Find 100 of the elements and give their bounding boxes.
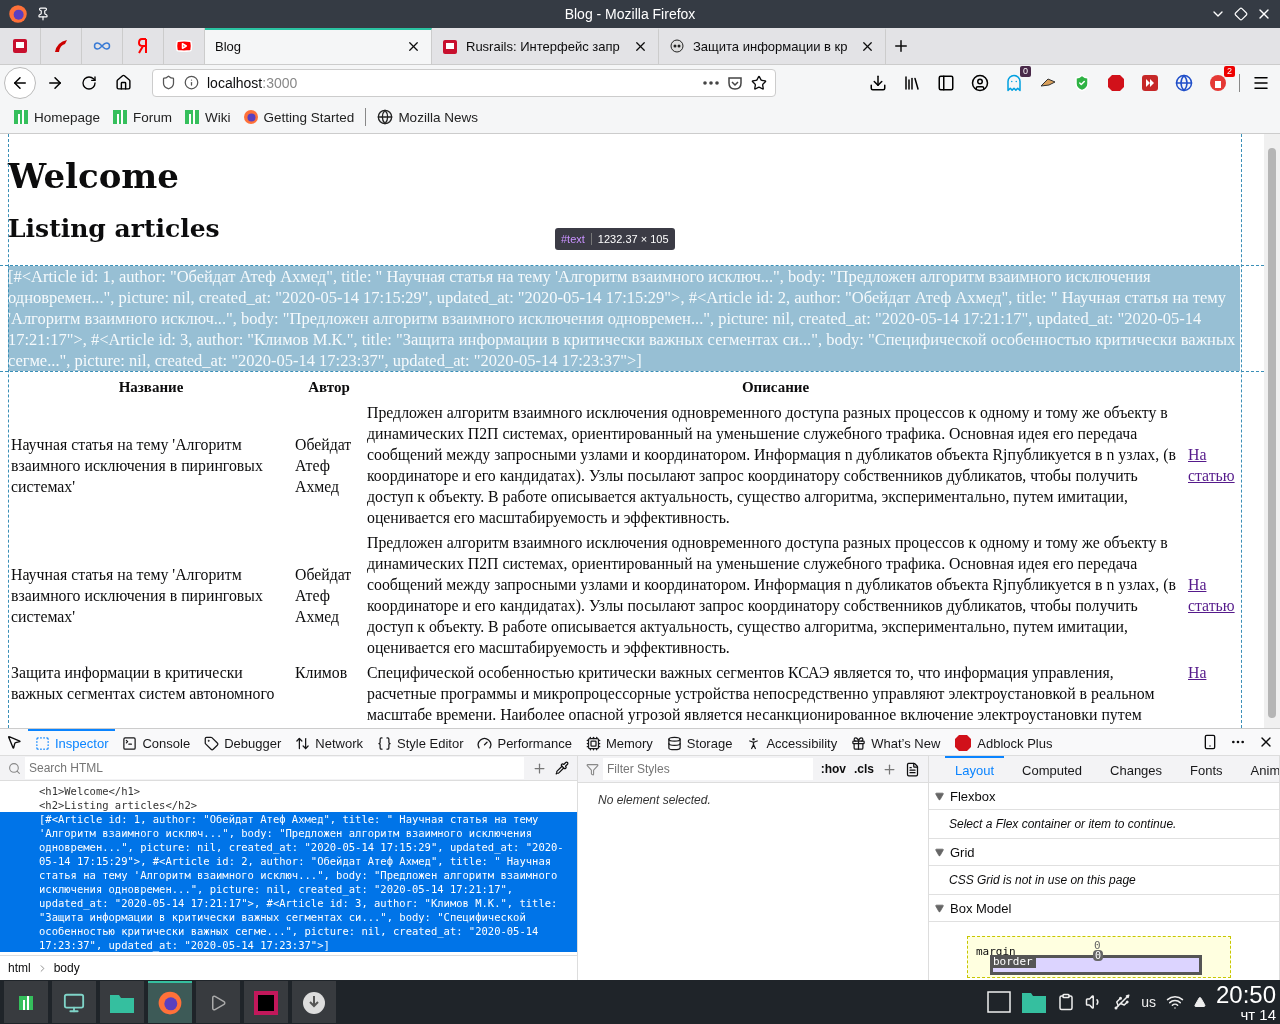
- devtools-tab[interactable]: Performance: [470, 729, 579, 756]
- desktop-button[interactable]: [52, 981, 96, 1024]
- tab-favicon: [12, 37, 28, 54]
- disclosure-icon: [935, 903, 944, 913]
- globe-icon: [1175, 73, 1193, 92]
- stop-sign-icon: [954, 734, 973, 753]
- braces-icon: [377, 735, 392, 751]
- column-header: Автор: [307, 378, 351, 398]
- picker-icon[interactable]: [6, 734, 22, 751]
- eyedropper-icon[interactable]: [555, 761, 569, 776]
- search-field[interactable]: Search HTML: [25, 757, 524, 780]
- count-badge: 0: [1020, 65, 1031, 77]
- highlighted-text: [#<Article id: 1, author: "Обейдат Атеф Ахмед", title: " Научная статья на тему 'Алгоритм взаимного исключ...", body: "Предложен алгоритм взаимного исключения одновремен...", picture: nil, created_at: "2020-05-14 17:15:29", updated_at: "2020-05-14 17:15:29">, #<Article id: 2, author: "Обейдат Атеф Ахмед", title: " Научная статья на тему 'Алгоритм взаимного исключ...", body: "Предложен алгоритм взаимного исключения одновремен...", picture: nil, created_at: "2020-05-14 17:21:17", updated_at: "2020-05-14 17:21:17">, #<Article id: 3, author: "Климов М.К.", title: "Защита информации в критически важных сегментах си...", body: "Специфической особенностью критически важных сегме...", picture: nil, created_at: "2020-05-14 17:23:37", updated_at: "2020-05-14 17:23:37">]: [8, 266, 1240, 372]
- breadcrumb[interactable]: body: [53, 961, 80, 976]
- bookmark-link[interactable]: Getting Started: [239, 107, 358, 128]
- filter-field[interactable]: Filter Styles: [603, 758, 813, 781]
- start-button[interactable]: [4, 981, 48, 1024]
- bookmark-link[interactable]: Forum: [109, 107, 176, 128]
- browser-tab[interactable]: Защита информации в кр: [659, 27, 886, 64]
- article-link[interactable]: На статью: [1188, 574, 1236, 617]
- window-icon: [987, 991, 1012, 1014]
- taskbar-app[interactable]: [148, 981, 192, 1024]
- monitor-icon: [63, 992, 85, 1015]
- devtools-tab[interactable]: Debugger: [197, 729, 289, 756]
- console-icon: [122, 735, 138, 751]
- rails-icon: [53, 37, 69, 54]
- empty-message: No element selected.: [597, 792, 712, 810]
- folder-icon: [1021, 990, 1048, 1015]
- ide-icon: [253, 990, 279, 1017]
- back-button[interactable]: [4, 66, 36, 99]
- devtools-tab[interactable]: Network: [288, 729, 370, 756]
- devtools-tab[interactable]: Accessibility: [739, 729, 845, 756]
- fast-forward-icon: [1141, 73, 1159, 92]
- devtools-tab[interactable]: What’s New: [844, 729, 948, 756]
- keyboard-layout[interactable]: us: [1141, 994, 1156, 1011]
- sidebar-tab[interactable]: Fonts: [1180, 756, 1233, 783]
- home-icon: [114, 74, 132, 92]
- address-field[interactable]: localhost:3000: [152, 68, 776, 97]
- inspector-icon: [35, 735, 50, 751]
- sidebar-tab[interactable]: Changes: [1100, 756, 1173, 783]
- section-header[interactable]: Grid: [929, 839, 1279, 867]
- browser-tab[interactable]: Rusrails: Интерфейс запр: [432, 27, 659, 64]
- article-link[interactable]: На: [1188, 662, 1236, 684]
- page-heading: Welcome: [8, 156, 180, 197]
- tag-icon: [204, 735, 220, 751]
- markup-node[interactable]: [#<Article id: 1, author: "Обейдат Атеф Ахмед", title: " Научная статья на тему 'Алгоритм взаимного исключ...", body: "Предложен алгоритм взаимного исключения одновремен...", picture: nil, created_at: "2020-05-14 17:15:29", updated_at: "2020-05-14 17:15:29">, #<Article id: 2, author: "Обейдат Атеф Ахмед", title: " Научная статья на тему 'Алгоритм взаимного исключ...", body: "Предложен алгоритм взаимного исключения одновремен...", picture: nil, created_at: "2020-05-14 17:21:17", updated_at: "2020-05-14 17:21:17">, #<Article id: 3, author: "Климов М.К.", title: "Защита информации в критически важных сегментах си...", body: "Специфической особенностью критически важных сегме...", picture: nil, created_at: "2020-05-14 17:23:37", updated_at: "2020-05-14 17:23:37">]: [0, 812, 577, 953]
- devtools-tab[interactable]: Console: [115, 729, 198, 756]
- browser-tab[interactable]: Blog: [205, 27, 432, 64]
- firefox-icon: [8, 3, 28, 24]
- scrollbar[interactable]: [1264, 134, 1280, 729]
- storage-icon: [666, 735, 682, 751]
- sidebar-tab[interactable]: Anim: [1240, 756, 1279, 783]
- bookmark-link[interactable]: Homepage: [10, 107, 104, 128]
- document-icon[interactable]: [905, 761, 920, 777]
- hover-toggle[interactable]: :hov: [820, 762, 846, 777]
- markup-node[interactable]: <h1>Welcome</h1>: [0, 784, 577, 799]
- table-cell-text: Научная статья на тему 'Алгоритм взаимного исключения в пиринговых системах': [10, 435, 264, 497]
- pocket-icon: [727, 74, 743, 91]
- column-header: Описание: [740, 378, 811, 398]
- responsive-icon[interactable]: [1202, 734, 1218, 751]
- clipboard-icon: [1057, 993, 1076, 1012]
- folder-icon: [109, 992, 135, 1015]
- class-toggle[interactable]: .cls: [854, 762, 874, 777]
- devtools-tab[interactable]: Style Editor: [370, 729, 471, 756]
- download-icon: [869, 73, 887, 92]
- bookmark-link[interactable]: Wiki: [181, 107, 234, 128]
- usb-icon: [1113, 993, 1132, 1012]
- shield-icon: [1073, 73, 1091, 92]
- article-link[interactable]: На статью: [1188, 444, 1236, 487]
- section-header[interactable]: Box Model: [929, 895, 1279, 923]
- section-header[interactable]: Flexbox: [929, 783, 1279, 811]
- shield-icon: [161, 75, 176, 91]
- search-icon: [8, 761, 21, 775]
- bookmark-link[interactable]: Mozilla News: [374, 107, 481, 128]
- add-icon[interactable]: [532, 760, 547, 776]
- markup-node[interactable]: <h2>Listing articles</h2>: [0, 798, 577, 813]
- taskbar-app[interactable]: [196, 981, 240, 1024]
- maximize-icon[interactable]: [1234, 6, 1248, 21]
- breadcrumb[interactable]: html: [8, 961, 31, 976]
- column-header: Название: [117, 378, 185, 398]
- sidebar-tab[interactable]: Computed: [1012, 756, 1093, 783]
- library-icon: [903, 73, 921, 92]
- add-icon[interactable]: [882, 761, 897, 777]
- table-cell-text: Обейдат Атеф Ахмед: [294, 565, 353, 628]
- table-cell-text: Специфической особенностью критически важных сегментов КСАЭ является то, что информация управления, расчетные программы и микропроцессорные устройства непосредственно управляют электроустановкой в реальном масштабе времени. Наиболее опасной угрозой является несанкционированное включение электроустановки путем: [366, 663, 1156, 726]
- taskbar-app[interactable]: [100, 981, 144, 1024]
- toolbar-button[interactable]: 0: [999, 67, 1029, 98]
- devtools-tab[interactable]: Adblock Plus: [947, 729, 1060, 756]
- account-icon: [971, 73, 989, 92]
- devtools-tab[interactable]: Memory: [578, 729, 660, 756]
- section-heading: Listing articles: [8, 214, 220, 244]
- letter-drawing: [137, 37, 149, 54]
- toolbar-button[interactable]: 2: [1203, 67, 1233, 98]
- devtools-tab[interactable]: Storage: [659, 729, 740, 756]
- network-icon: [295, 735, 311, 751]
- taskbar-app[interactable]: [292, 981, 336, 1024]
- firefox-icon: [157, 990, 183, 1017]
- info-icon: [184, 75, 199, 91]
- section-message: CSS Grid is not in use on this page: [929, 866, 1279, 896]
- star-icon: [751, 74, 767, 91]
